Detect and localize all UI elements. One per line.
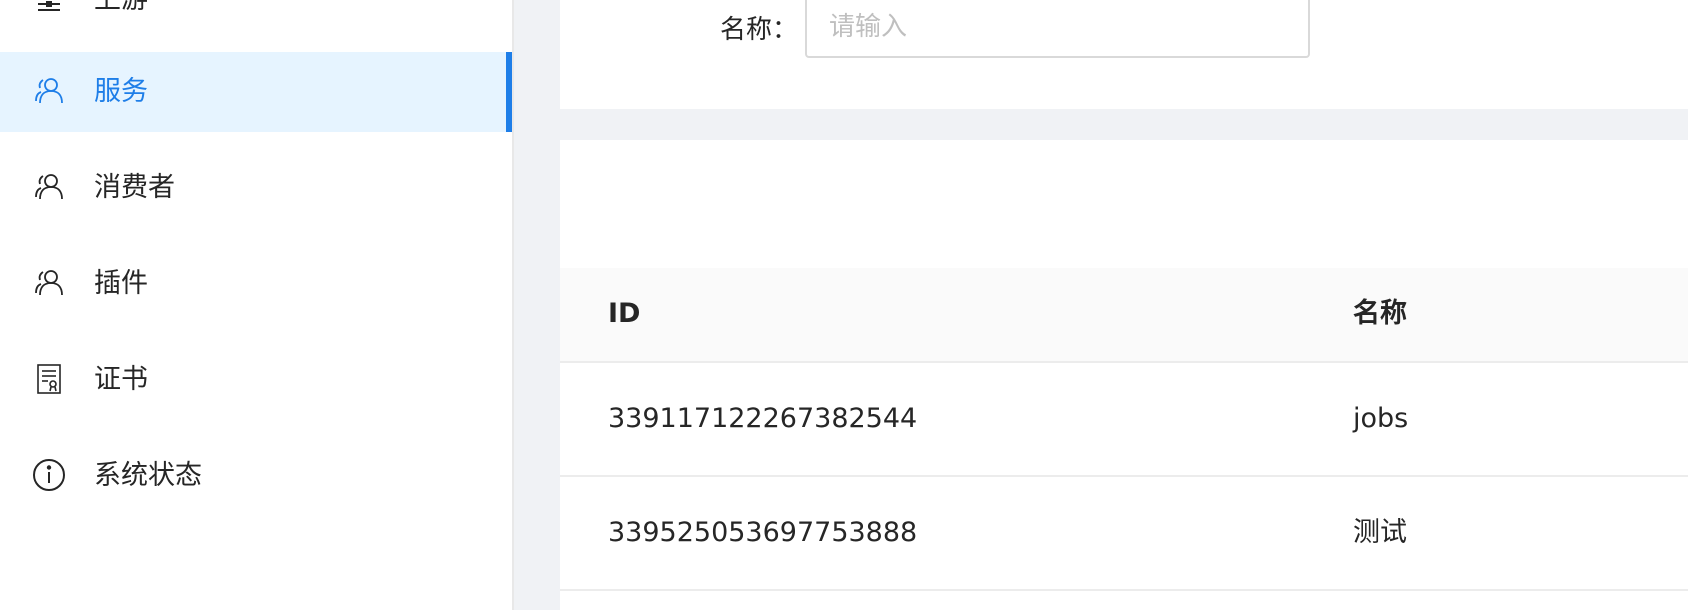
sidebar-item-consumers[interactable]: 消费者: [0, 148, 512, 228]
sidebar-divider: [512, 0, 514, 610]
sidebar: 上游 服务 消费者: [0, 0, 512, 610]
cell-name: 测试: [1353, 517, 1407, 548]
search-panel: 名称：: [560, 0, 1688, 109]
certificate-icon: [30, 360, 68, 398]
cell-id: 339117122267382544: [608, 403, 918, 434]
cell-id: 339525053697753888: [608, 517, 918, 548]
info-circle-icon: [30, 456, 68, 494]
sidebar-item-label: 上游: [94, 0, 148, 18]
sidebar-item-system-status[interactable]: 系统状态: [0, 436, 512, 516]
cell-name: jobs: [1353, 403, 1409, 434]
column-header-id[interactable]: ID: [608, 294, 640, 334]
users-icon: [30, 264, 68, 302]
sidebar-item-certificates[interactable]: 证书: [0, 340, 512, 420]
sidebar-item-label: 消费者: [94, 172, 175, 203]
sidebar-item-services[interactable]: 服务: [0, 52, 512, 132]
sidebar-item-label: 系统状态: [94, 460, 202, 491]
upstream-icon: [30, 0, 68, 18]
search-label: 名称：: [720, 15, 799, 45]
table-header: ID 名称: [560, 268, 1688, 363]
column-header-name[interactable]: 名称: [1353, 294, 1407, 334]
search-input[interactable]: [805, 0, 1310, 58]
users-icon: [30, 72, 68, 110]
table-row[interactable]: 339117122267382544 jobs: [560, 363, 1688, 477]
sidebar-item-label: 证书: [94, 364, 148, 395]
users-icon: [30, 168, 68, 206]
sidebar-item-plugins[interactable]: 插件: [0, 244, 512, 324]
sidebar-item-label: 服务: [94, 76, 148, 107]
table-row[interactable]: 339525053697753888 测试: [560, 477, 1688, 591]
sidebar-item-label: 插件: [94, 268, 148, 299]
table-panel: ID 名称 339117122267382544 jobs 3395250536…: [560, 140, 1688, 610]
sidebar-item-upstream[interactable]: 上游: [0, 0, 512, 40]
